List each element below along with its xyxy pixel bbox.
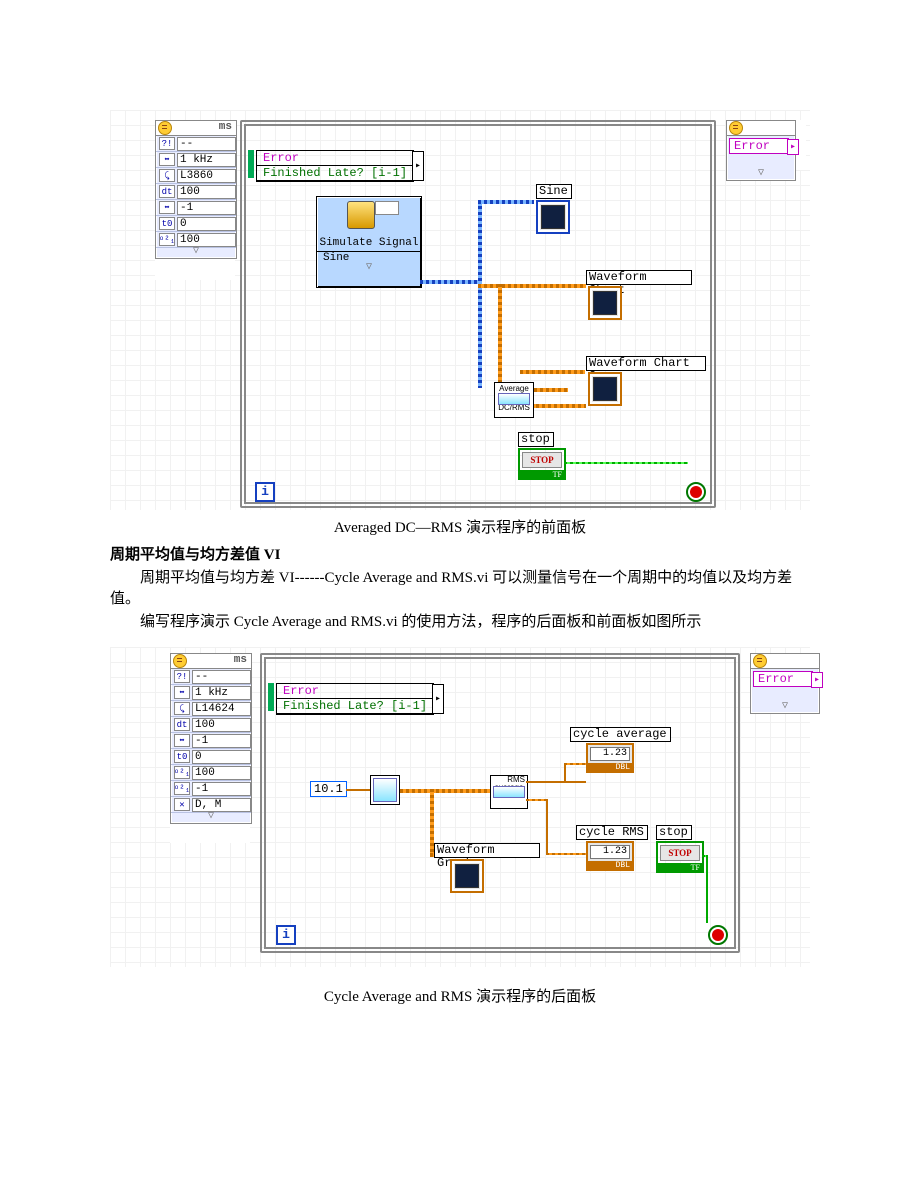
param-val: 1 kHz: [192, 686, 251, 700]
param-val: 100: [177, 185, 236, 199]
loop-selector[interactable]: Error Finished Late? [i-1] ▸: [276, 683, 434, 715]
ms-label: ms: [219, 121, 232, 133]
cycle-rms-label: cycle RMS: [576, 825, 648, 840]
stop-label: stop: [518, 432, 554, 447]
avg-dcrms-vi[interactable]: Average DC/RMS: [494, 382, 534, 418]
waveform-chart2-label: Waveform Chart 2: [586, 356, 706, 371]
param-val: 1 kHz: [177, 153, 236, 167]
waveform-chart-indicator: [588, 286, 622, 320]
numeric-constant[interactable]: 10.1: [310, 781, 347, 797]
param-val: -1: [177, 201, 236, 215]
param-val: --: [177, 137, 236, 151]
simulate-signal-vi[interactable]: Simulate Signal Sine ▽: [316, 196, 422, 288]
timed-loop-params: ms ?!-- ⬌1 kHz ⤹L3860 dt100 ⬌-1 t00 ᵒ²₁1…: [155, 120, 237, 259]
waveform-gen-vi[interactable]: [370, 775, 400, 805]
selector-finished-late[interactable]: Finished Late? [i-1]: [257, 166, 413, 181]
param-val: L3860: [177, 169, 236, 183]
clock-icon: [173, 654, 187, 668]
cycle-rms-indicator: 1.23 DBL: [586, 841, 634, 871]
param-val: 100: [192, 766, 251, 780]
timed-loop-params: ms ?!-- ⬌1 kHz ⤹L14624 dt100 ⬌-1 t00 ᵒ²₁…: [170, 653, 252, 824]
paragraph-2: 编写程序演示 Cycle Average and RMS.vi 的使用方法，程序…: [110, 612, 810, 633]
param-val: D, M: [192, 798, 251, 812]
diagram-1: ms ?!-- ⬌1 kHz ⤹L3860 dt100 ⬌-1 t00 ᵒ²₁1…: [110, 110, 810, 510]
waveform-graph-label: Waveform Graph: [434, 843, 540, 858]
param-val: -1: [192, 734, 251, 748]
cycle-avg-indicator: 1.23 DBL: [586, 743, 634, 773]
param-val: 100: [177, 233, 236, 247]
section-heading: 周期平均值与均方差值 VI: [110, 543, 810, 564]
iteration-terminal: i: [255, 482, 275, 502]
param-val: L14624: [192, 702, 251, 716]
iteration-terminal: i: [276, 925, 296, 945]
figure-1-caption: Averaged DC—RMS 演示程序的前面板: [110, 516, 810, 537]
error-out: Error▸: [753, 671, 813, 687]
stop-button[interactable]: STOP TF: [656, 841, 704, 873]
error-out: Error▸: [729, 138, 789, 154]
selector-error[interactable]: Error: [257, 151, 413, 166]
stop-button[interactable]: STOP TF: [518, 448, 566, 480]
param-val: --: [192, 670, 251, 684]
error-out-panel: Error▸ ▽: [750, 653, 820, 714]
diagram-2: ms ?!-- ⬌1 kHz ⤹L14624 dt100 ⬌-1 t00 ᵒ²₁…: [110, 647, 810, 967]
cycle-avg-rms-vi[interactable]: RMS average: [490, 775, 528, 809]
waveform-graph-indicator: [450, 859, 484, 893]
cycle-avg-label: cycle average: [570, 727, 671, 742]
loop-selector[interactable]: Error Finished Late? [i-1] ▸: [256, 150, 414, 182]
loop-condition-icon: [686, 482, 706, 502]
sine-label: Sine: [536, 184, 572, 199]
sim-signal-title: Simulate Signal: [317, 237, 421, 249]
selector-arrow-icon[interactable]: ▸: [787, 139, 799, 155]
param-val: 0: [192, 750, 251, 764]
selector-finished-late[interactable]: Finished Late? [i-1]: [277, 699, 433, 714]
param-val: 100: [192, 718, 251, 732]
clock-icon: [753, 654, 767, 668]
clock-icon: [158, 121, 172, 135]
waveform-chart-label: Waveform Chart: [586, 270, 692, 285]
ms-label: ms: [234, 654, 247, 666]
stop-label: stop: [656, 825, 692, 840]
param-val: -1: [192, 782, 251, 796]
error-out-panel: Error▸ ▽: [726, 120, 796, 181]
paragraph-1: 周期平均值与均方差 VI------Cycle Average and RMS.…: [110, 568, 810, 610]
loop-condition-icon: [708, 925, 728, 945]
clock-icon: [729, 121, 743, 135]
figure-2-caption: Cycle Average and RMS 演示程序的后面板: [110, 985, 810, 1006]
param-val: 0: [177, 217, 236, 231]
selector-error[interactable]: Error: [277, 684, 433, 699]
selector-arrow-icon[interactable]: ▸: [412, 151, 424, 181]
selector-arrow-icon[interactable]: ▸: [811, 672, 823, 688]
selector-arrow-icon[interactable]: ▸: [432, 684, 444, 714]
waveform-chart2-indicator: [588, 372, 622, 406]
sine-indicator: [536, 200, 570, 234]
